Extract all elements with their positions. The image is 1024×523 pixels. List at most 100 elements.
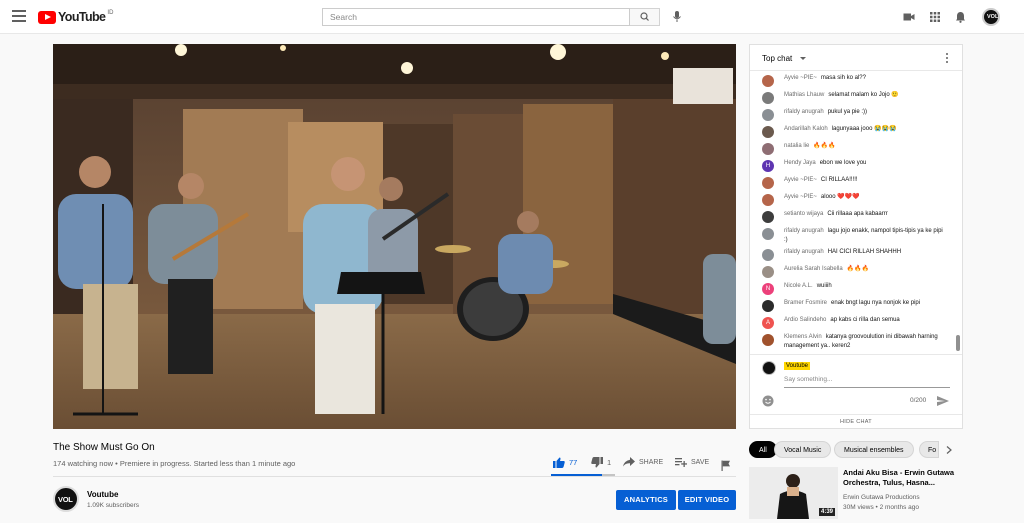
emoji-icon[interactable] [762,395,774,407]
chat-author-name[interactable]: Ayvie ~PIE~ [784,75,817,81]
chat-author-avatar[interactable] [762,177,774,189]
chat-author-avatar[interactable] [762,228,774,240]
apps-grid-icon[interactable] [930,12,940,22]
chat-author-avatar[interactable] [762,211,774,223]
channel-avatar-text: VOL [58,495,73,504]
chat-author-name[interactable]: Klemens Alvin [784,334,822,340]
chat-message: A Ardio Salindeho ap kabs ci rilla dan sem… [750,314,962,331]
chat-author-name[interactable]: Nicole A.L. [784,283,813,289]
chat-message: rifaldy anugrah pukul ya pie :)) [750,106,962,123]
chevron-right-icon[interactable] [946,446,952,454]
edit-video-button[interactable]: EDIT VIDEO [678,490,736,510]
analytics-button[interactable]: ANALYTICS [616,490,676,510]
chat-author-avatar[interactable] [762,126,774,138]
search-button[interactable] [630,8,660,26]
search-input[interactable]: Search [322,8,630,26]
more-options-icon[interactable] [946,53,949,65]
chat-message: natalia lie 🔥🔥🔥 [750,140,962,157]
related-video-thumbnail[interactable]: 4:39 [749,467,838,519]
chat-author-name[interactable]: rifaldy anugrah [784,228,824,234]
chat-input[interactable]: Say something... [784,376,950,388]
chat-author-name[interactable]: Hendy Jaya [784,160,816,166]
chat-message: N Nicole A.L. wuiiih [750,280,962,297]
chat-author-avatar[interactable] [762,75,774,87]
chat-message-text: CI RILLAA!!!!! [820,177,858,183]
thumbs-up-icon [553,457,565,468]
chat-message-text: lagunyaaa jooo 😭😭😭 [831,126,897,132]
chat-author-name[interactable]: rifaldy anugrah [784,249,824,255]
chat-author-name[interactable]: Aurelia Sarah Isabella [784,266,843,272]
chat-scrollbar[interactable] [956,335,960,351]
account-avatar-text: VOL [987,14,999,20]
video-player[interactable] [53,44,736,429]
my-avatar [762,361,776,375]
chat-message-text: masa sih ko al?? [820,75,866,81]
chat-message: rifaldy anugrah lagu jojo enakk, nampol t… [750,225,962,246]
chat-author-avatar[interactable] [762,194,774,206]
thumbs-down-icon [591,457,603,468]
chat-author-avatar[interactable] [762,109,774,121]
send-icon[interactable] [937,396,949,406]
notifications-bell-icon[interactable] [955,11,966,23]
hamburger-menu-icon[interactable] [12,10,26,22]
report-flag-icon[interactable] [721,460,731,471]
chat-message-text: wuiiih [816,283,832,289]
chat-author-avatar[interactable] [762,92,774,104]
related-video-title[interactable]: Andai Aku Bisa - Erwin Gutawa Orchestra,… [843,468,963,488]
chat-author-avatar[interactable] [762,334,774,346]
channel-avatar[interactable]: VOL [53,486,79,512]
chat-author-avatar[interactable]: H [762,160,774,172]
video-frame-image [53,44,736,429]
playlist-add-icon [675,458,687,467]
hide-chat-button[interactable]: HIDE CHAT [750,414,962,429]
chat-author-name[interactable]: Ayvie ~PIE~ [784,177,817,183]
chat-author-name[interactable]: Ardio Salindeho [784,317,826,323]
chat-message: H Hendy Jaya ebon we love you [750,157,962,174]
chat-message: Aurelia Sarah Isabella 🔥🔥🔥 [750,263,962,280]
chat-input-area: Voutube Say something... 0/200 [750,354,962,414]
chat-author-name[interactable]: Bramer Fosmire [784,300,827,306]
chat-message-text: ap kabs ci rilla dan semua [830,317,900,323]
chat-author-name[interactable]: Andarillah Kaloh [784,126,828,132]
microphone-icon[interactable] [672,10,682,24]
video-meta: 174 watching now • Premiere in progress.… [53,459,296,468]
chat-author-avatar[interactable] [762,266,774,278]
share-arrow-icon [623,457,635,467]
share-button[interactable]: SHARE [623,457,663,467]
dislike-button[interactable]: 1 [591,457,611,468]
chat-message-text: enak bngt lagu nya nonjok ke pipi [831,300,921,306]
chip-vocal-music[interactable]: Vocal Music [774,441,832,458]
account-avatar[interactable]: VOL [982,8,1000,26]
youtube-play-icon [38,10,56,24]
like-button[interactable]: 77 [553,457,577,468]
chat-author-avatar[interactable] [762,300,774,312]
related-video-channel[interactable]: Erwin Gutawa Productions [843,494,920,501]
chat-author-avatar[interactable] [762,143,774,155]
chat-message: Andarillah Kaloh lagunyaaa jooo 😭😭😭 [750,123,962,140]
chat-header: Top chat [750,45,962,71]
chat-mode-label[interactable]: Top chat [762,54,792,63]
chat-author-name[interactable]: Ayvie ~PIE~ [784,194,817,200]
chat-message: setianto wijaya Cii rillaaa apa kabaarrr [750,208,962,225]
chip-musical-ensembles[interactable]: Musical ensembles [834,441,914,458]
channel-name[interactable]: Voutube [87,490,118,499]
chat-author-avatar[interactable] [762,249,774,261]
chat-message: Mathias Lhauw selamat malam ko Jojo 🙂 [750,89,962,106]
chip-partial[interactable]: Fo [919,441,939,458]
chat-author-name[interactable]: rifaldy anugrah [784,109,824,115]
video-title: The Show Must Go On [53,442,155,453]
save-button[interactable]: SAVE [675,457,709,467]
youtube-logo[interactable]: YouTube ID [38,10,113,24]
create-video-icon[interactable] [903,12,915,22]
country-code: ID [107,10,114,16]
chat-author-avatar[interactable]: A [762,317,774,329]
chat-author-name[interactable]: setianto wijaya [784,211,823,217]
chat-author-name[interactable]: Mathias Lhauw [784,92,824,98]
share-label: SHARE [639,458,664,466]
chat-message-text: Cii rillaaa apa kabaarrr [827,211,888,217]
chat-author-name[interactable]: natalia lie [784,143,809,149]
chip-all[interactable]: All [749,441,777,458]
chat-author-avatar[interactable]: N [762,283,774,295]
chevron-down-icon[interactable] [800,57,806,60]
chat-message: rifaldy anugrah HAI CICI RILLAH SHAHHH [750,246,962,263]
